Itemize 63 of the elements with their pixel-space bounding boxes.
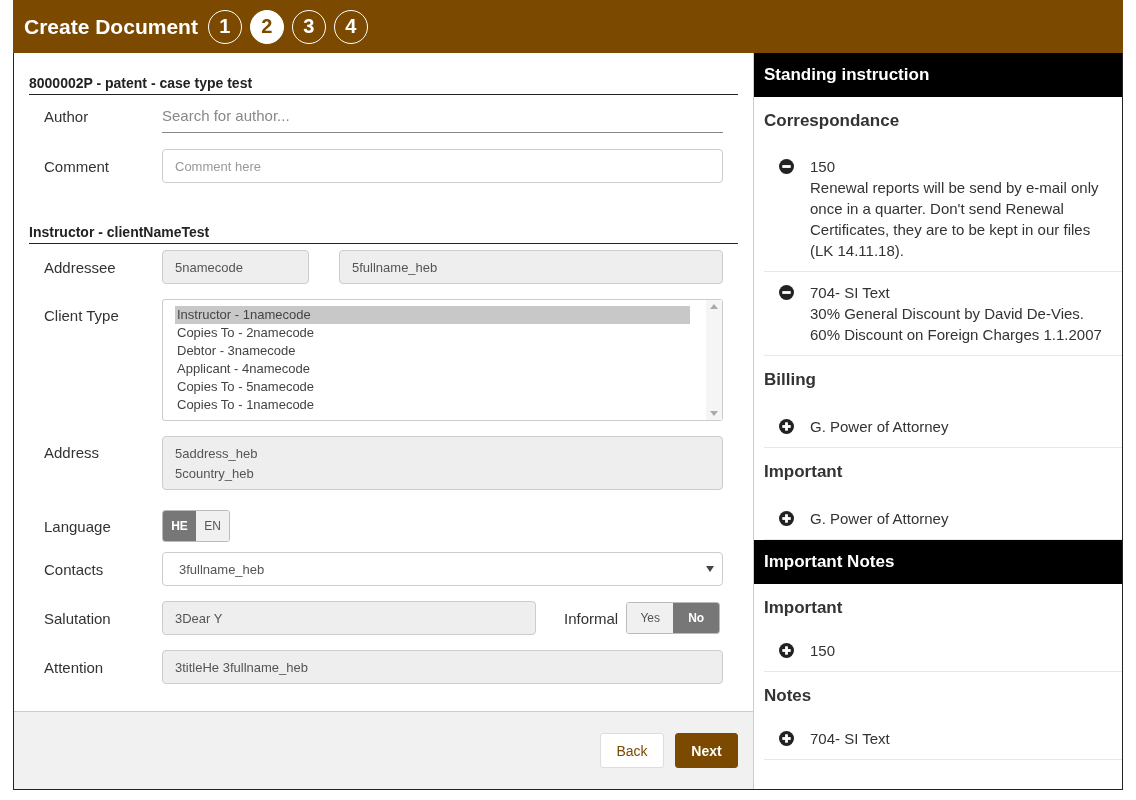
field-label: Informal bbox=[564, 609, 619, 627]
minus-circle-icon[interactable] bbox=[779, 159, 794, 174]
field-label: Salutation bbox=[44, 609, 112, 627]
contacts-dropdown[interactable]: 3fullname_heb bbox=[162, 552, 723, 586]
item-title: 150 bbox=[810, 641, 836, 661]
instruction-item[interactable]: 704- SI Text bbox=[764, 717, 1122, 760]
group-title: Important bbox=[763, 597, 844, 619]
plus-circle-icon[interactable] bbox=[779, 511, 794, 526]
panel-header: Standing instruction bbox=[754, 53, 1122, 97]
field-label: Language bbox=[44, 517, 112, 535]
list-option[interactable]: Applicant - 4namecode bbox=[175, 360, 690, 378]
field-label: Addressee bbox=[44, 258, 117, 276]
attention-field[interactable]: 3titleHe 3fullname_heb bbox=[162, 650, 723, 684]
field-label: Author bbox=[44, 107, 90, 125]
informal-option[interactable]: No bbox=[673, 603, 720, 633]
comment-field[interactable]: Comment here bbox=[162, 149, 723, 183]
plus-circle-icon[interactable] bbox=[779, 643, 794, 658]
item-title: 704- SI Text bbox=[810, 283, 891, 303]
author-search-field[interactable]: Search for author... bbox=[162, 99, 723, 133]
field-label: Client Type bbox=[44, 306, 120, 324]
item-title: G. Power of Attorney bbox=[810, 417, 949, 437]
item-title: 704- SI Text bbox=[810, 729, 890, 749]
item-text: 30% General Discount by David De-Vies. bbox=[810, 304, 1086, 324]
field-label: Contacts bbox=[44, 560, 105, 578]
address-field[interactable]: 5address_heb 5country_heb bbox=[162, 436, 723, 490]
group-title: Important bbox=[763, 461, 844, 483]
plus-circle-icon[interactable] bbox=[779, 731, 794, 746]
informal-option[interactable]: Yes bbox=[627, 603, 674, 633]
instruction-item[interactable]: 704- SI Text 30% General Discount by David De-Vies. 60% Discount on Foreign Charges 1.1.2007 bbox=[764, 272, 1122, 356]
language-option[interactable]: EN bbox=[196, 511, 229, 541]
plus-circle-icon[interactable] bbox=[779, 419, 794, 434]
instruction-item[interactable]: 150 bbox=[764, 629, 1122, 672]
field-label: Comment bbox=[44, 157, 111, 175]
instruction-item[interactable]: G. Power of Attorney bbox=[764, 405, 1122, 448]
minus-circle-icon[interactable] bbox=[779, 285, 794, 300]
caret-icon bbox=[706, 566, 714, 572]
salutation-field[interactable]: 3Dear Y bbox=[162, 601, 536, 635]
client-type-list[interactable]: Instructor - 1namecode Copies To - 2namecode Debtor - 3namecode Applicant - 4namecode Copies To - 5namecode Copies To - 1namecode bbox=[162, 299, 723, 421]
item-title: G. Power of Attorney bbox=[810, 509, 949, 529]
step-indicator[interactable]: 2 bbox=[249, 9, 284, 44]
group-title: Correspondance bbox=[763, 110, 901, 132]
group-title: Billing bbox=[763, 369, 817, 391]
panel-header: Important Notes bbox=[754, 540, 1122, 584]
back-button[interactable]: Back bbox=[600, 733, 664, 768]
item-text: 60% Discount on Foreign Charges 1.1.2007 bbox=[810, 325, 1102, 345]
group-title: Notes bbox=[763, 685, 813, 707]
field-label: Attention bbox=[44, 658, 105, 676]
section-title: 8000002P - patent - case type test bbox=[29, 75, 738, 95]
field-label: Address bbox=[44, 443, 101, 461]
addressee-code-field[interactable]: 5namecode bbox=[162, 250, 309, 284]
language-option[interactable]: HE bbox=[163, 511, 196, 541]
list-option[interactable]: Copies To - 1namecode bbox=[175, 396, 690, 414]
next-button[interactable]: Next bbox=[675, 733, 738, 768]
instruction-item[interactable]: 150 Renewal reports will be send by e-mail only once in a quarter. Don't send Renewal Certificates, they are to be kept in our files (LK 14.11.18). bbox=[764, 146, 1122, 272]
item-text: Renewal reports will be send by e-mail only once in a quarter. Don't send Renewal Certificates, they are to be kept in our files (LK 14.11.18). bbox=[810, 178, 1100, 261]
item-title: 150 bbox=[810, 157, 837, 177]
list-option[interactable]: Copies To - 2namecode bbox=[175, 324, 690, 342]
addressee-name-field[interactable]: 5fullname_heb bbox=[339, 250, 723, 284]
page-title: Create Document bbox=[24, 14, 198, 39]
list-option[interactable]: Debtor - 3namecode bbox=[175, 342, 690, 360]
list-option[interactable]: Copies To - 5namecode bbox=[175, 378, 690, 396]
section-title: Instructor - clientNameTest bbox=[29, 224, 738, 244]
list-option[interactable]: Instructor - 1namecode bbox=[175, 306, 690, 324]
